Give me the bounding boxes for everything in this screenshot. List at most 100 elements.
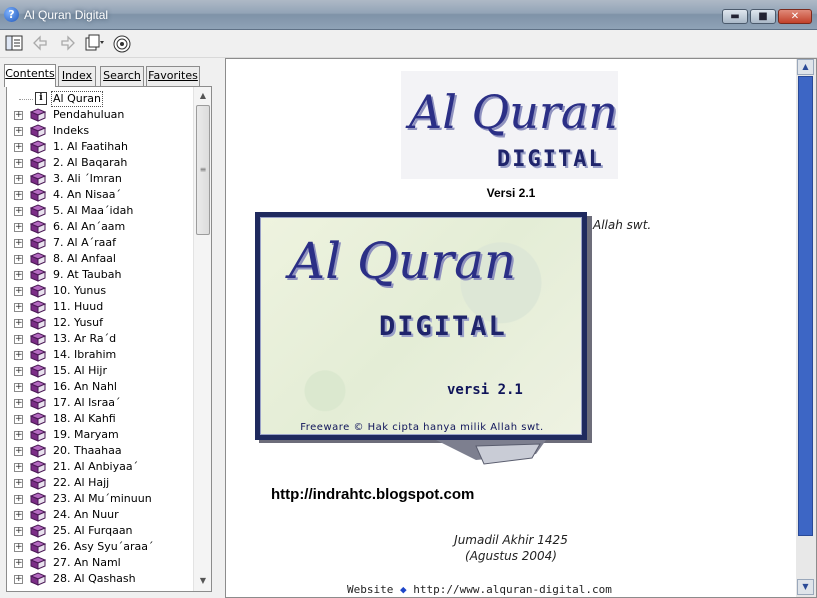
expand-icon[interactable]: +	[14, 111, 23, 120]
expand-icon[interactable]: +	[14, 495, 23, 504]
expand-icon[interactable]: +	[14, 543, 23, 552]
tree-item[interactable]: +1. Al Faatihah	[7, 139, 193, 155]
book-icon	[30, 492, 46, 506]
expand-icon[interactable]: +	[14, 335, 23, 344]
tree-item[interactable]: +6. Al An´aam	[7, 219, 193, 235]
splash-title: Al Quran	[289, 232, 517, 290]
tab-favorites[interactable]: Favorites	[146, 66, 200, 86]
expand-icon[interactable]: +	[14, 351, 23, 360]
tree-item[interactable]: +19. Maryam	[7, 427, 193, 443]
pane-splitter[interactable]	[218, 58, 225, 598]
tab-contents[interactable]: Contents	[4, 64, 56, 87]
expand-icon[interactable]: +	[14, 207, 23, 216]
expand-icon[interactable]: +	[14, 575, 23, 584]
tab-search[interactable]: Search	[100, 66, 144, 86]
tree-item[interactable]: +9. At Taubah	[7, 267, 193, 283]
tree-root-label: Al Quran	[51, 91, 103, 107]
content-scrollbar[interactable]: ▲ ▼	[796, 59, 816, 597]
expand-icon[interactable]: +	[14, 127, 23, 136]
tree-item[interactable]: +7. Al A´raaf	[7, 235, 193, 251]
tree-item[interactable]: + Indeks	[7, 123, 193, 139]
expand-icon[interactable]: +	[14, 479, 23, 488]
expand-icon[interactable]: +	[14, 447, 23, 456]
blog-link[interactable]: http://indrahtc.blogspot.com	[271, 486, 474, 503]
tree-item-label: 11. Huud	[53, 300, 104, 313]
expand-icon[interactable]: +	[14, 271, 23, 280]
tree-item[interactable]: +25. Al Furqaan	[7, 523, 193, 539]
expand-icon[interactable]: +	[14, 367, 23, 376]
tree-item[interactable]: +18. Al Kahfi	[7, 411, 193, 427]
content-scroll-thumb[interactable]	[798, 76, 813, 536]
expand-icon[interactable]: +	[14, 223, 23, 232]
expand-icon[interactable]: +	[14, 143, 23, 152]
expand-icon[interactable]: +	[14, 159, 23, 168]
expand-icon[interactable]: +	[14, 175, 23, 184]
expand-icon[interactable]: +	[14, 319, 23, 328]
contents-tree-box: i Al Quran + Pendahuluan + Indeks +1. Al Faa…	[6, 86, 212, 592]
tree-item[interactable]: +17. Al Israa´	[7, 395, 193, 411]
maximize-button[interactable]: ■	[750, 9, 776, 24]
expand-icon[interactable]: +	[14, 287, 23, 296]
tree-scroll-thumb[interactable]: ≡	[196, 105, 210, 235]
expand-icon[interactable]: +	[14, 527, 23, 536]
tree-item[interactable]: + Pendahuluan	[7, 107, 193, 123]
expand-icon[interactable]: +	[14, 255, 23, 264]
hide-pane-icon[interactable]	[4, 34, 24, 54]
tree-root-item[interactable]: i Al Quran	[7, 91, 193, 107]
tree-item[interactable]: +5. Al Maa´idah	[7, 203, 193, 219]
tree-item[interactable]: +12. Yusuf	[7, 315, 193, 331]
content-scroll-up-icon[interactable]: ▲	[797, 59, 814, 75]
expand-icon[interactable]: +	[14, 431, 23, 440]
logo-digital: DIGITAL	[497, 147, 604, 172]
tree-item[interactable]: +24. An Nuur	[7, 507, 193, 523]
tree-item-label: Indeks	[53, 124, 90, 137]
top-logo: Al Quran DIGITAL	[401, 71, 618, 179]
expand-icon[interactable]: +	[14, 399, 23, 408]
tree-item[interactable]: +23. Al Mu´minuun	[7, 491, 193, 507]
tree-item[interactable]: +27. An Naml	[7, 555, 193, 571]
close-button[interactable]: ✕	[778, 9, 812, 24]
expand-icon[interactable]: +	[14, 239, 23, 248]
tree-item-label: 14. Ibrahim	[53, 348, 117, 361]
content-pane: Al Quran DIGITAL Versi 2.1 Al Quran DIGI…	[225, 58, 817, 598]
back-arrow-icon[interactable]	[30, 34, 50, 54]
tree-item[interactable]: +10. Yunus	[7, 283, 193, 299]
expand-icon[interactable]: +	[14, 559, 23, 568]
tree-item[interactable]: +20. Thaahaa	[7, 443, 193, 459]
expand-icon[interactable]: +	[14, 415, 23, 424]
tree-item[interactable]: +3. Ali ´Imran	[7, 171, 193, 187]
minimize-button[interactable]: ▬	[722, 9, 748, 24]
tree-scrollbar[interactable]: ▲ ≡ ▼	[193, 87, 211, 591]
expand-icon[interactable]: +	[14, 303, 23, 312]
tree-item[interactable]: +13. Ar Ra´d	[7, 331, 193, 347]
tree-item[interactable]: +21. Al Anbiyaa´	[7, 459, 193, 475]
content-scroll-down-icon[interactable]: ▼	[797, 579, 814, 595]
forward-arrow-icon[interactable]	[58, 34, 78, 54]
expand-icon[interactable]: +	[14, 383, 23, 392]
tree-item-label: 22. Al Hajj	[53, 476, 110, 489]
tree-item[interactable]: +16. An Nahl	[7, 379, 193, 395]
tab-index[interactable]: Index	[58, 66, 96, 86]
website-link[interactable]: http://www.alquran-digital.com	[413, 583, 612, 596]
tree-item[interactable]: +22. Al Hajj	[7, 475, 193, 491]
scroll-down-icon[interactable]: ▼	[195, 572, 211, 589]
tree-item[interactable]: +14. Ibrahim	[7, 347, 193, 363]
expand-icon[interactable]: +	[14, 511, 23, 520]
book-icon	[30, 364, 46, 378]
options-icon[interactable]	[84, 34, 104, 54]
web-icon[interactable]	[112, 34, 132, 54]
tree-item-label: 2. Al Baqarah	[53, 156, 128, 169]
version-label: Versi 2.1	[486, 186, 536, 200]
expand-icon[interactable]: +	[14, 191, 23, 200]
tree-item[interactable]: +2. Al Baqarah	[7, 155, 193, 171]
tree-item[interactable]: +26. Asy Syu´araa´	[7, 539, 193, 555]
tree-item[interactable]: +11. Huud	[7, 299, 193, 315]
freeware-notice: Freeware © Hak cipta hanya milik Allah s…	[300, 422, 544, 433]
scroll-up-icon[interactable]: ▲	[195, 87, 211, 104]
tree-item[interactable]: +4. An Nisaa´	[7, 187, 193, 203]
expand-icon[interactable]: +	[14, 463, 23, 472]
allah-text: Allah swt.	[593, 218, 652, 232]
tree-item[interactable]: +15. Al Hijr	[7, 363, 193, 379]
tree-item[interactable]: +28. Al Qashash	[7, 571, 193, 587]
tree-item[interactable]: +8. Al Anfaal	[7, 251, 193, 267]
